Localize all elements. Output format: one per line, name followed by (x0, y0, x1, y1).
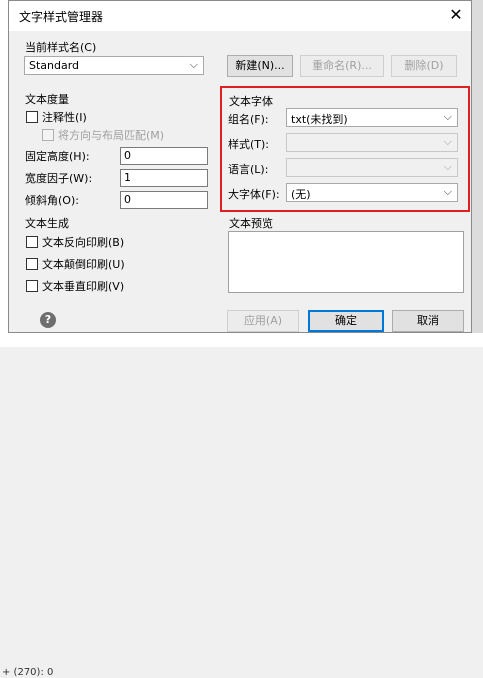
backwards-label: 文本反向印刷(B) (42, 236, 125, 249)
bigfont-label: 大字体(F): (228, 188, 280, 201)
font-name-value: txt(未找到) (291, 113, 348, 126)
current-style-label: 当前样式名(C) (25, 41, 97, 54)
command-line-text: + (270): 0 (2, 667, 54, 678)
oblique-angle-label: 倾斜角(O): (25, 194, 79, 207)
vertical-checkbox[interactable] (26, 280, 38, 292)
backwards-checkbox[interactable] (26, 236, 38, 248)
width-factor-input[interactable]: 1 (120, 169, 208, 187)
new-style-button[interactable]: 新建(N)... (227, 55, 293, 77)
title-bar: 文字样式管理器 ✕ (9, 1, 471, 31)
chevron-down-icon: ⌵ (443, 135, 452, 148)
language-label: 语言(L): (228, 163, 269, 176)
text-generation-title: 文本生成 (25, 217, 69, 230)
width-factor-label: 宽度因子(W): (25, 172, 93, 185)
text-preview-title: 文本预览 (229, 217, 273, 230)
match-orientation-label: 将方向与布局匹配(M) (58, 129, 165, 142)
upside-down-label: 文本颠倒印刷(U) (42, 258, 125, 271)
rename-style-button[interactable]: 重命名(R)... (300, 55, 384, 77)
annotative-label: 注释性(I) (42, 111, 87, 124)
help-icon[interactable]: ? (40, 312, 56, 328)
match-orientation-checkbox[interactable] (42, 129, 54, 141)
oblique-angle-value: 0 (124, 193, 131, 206)
delete-style-button[interactable]: 删除(D) (391, 55, 457, 77)
cancel-button[interactable]: 取消 (392, 310, 464, 332)
fixed-height-value: 0 (124, 149, 131, 162)
text-measure-title: 文本度量 (25, 93, 69, 106)
background-scrollbar-strip (472, 0, 483, 347)
upside-down-checkbox[interactable] (26, 258, 38, 270)
font-style-label: 样式(T): (228, 138, 270, 151)
font-name-select[interactable]: txt(未找到) ⌵ (286, 108, 458, 127)
text-style-manager-dialog: 文字样式管理器 ✕ 当前样式名(C) Standard ⌵ 新建(N)... 重… (8, 0, 472, 333)
font-style-select[interactable]: ⌵ (286, 133, 458, 152)
background-command-line: + (270): 0 (0, 333, 483, 678)
text-font-title: 文本字体 (229, 95, 273, 108)
current-style-value: Standard (29, 59, 80, 72)
language-select[interactable]: ⌵ (286, 158, 458, 177)
bigfont-select[interactable]: (无) ⌵ (286, 183, 458, 202)
close-icon[interactable]: ✕ (445, 4, 467, 26)
font-name-label: 组名(F): (228, 113, 269, 126)
current-style-select[interactable]: Standard ⌵ (24, 56, 204, 75)
chevron-down-icon: ⌵ (443, 185, 452, 198)
chevron-down-icon: ⌵ (443, 160, 452, 173)
annotative-checkbox[interactable] (26, 111, 38, 123)
fixed-height-label: 固定高度(H): (25, 150, 90, 163)
ok-button[interactable]: 确定 (308, 310, 384, 332)
dialog-title: 文字样式管理器 (19, 10, 104, 24)
width-factor-value: 1 (124, 171, 131, 184)
vertical-label: 文本垂直印刷(V) (42, 280, 125, 293)
apply-button[interactable]: 应用(A) (227, 310, 299, 332)
text-preview-area (228, 231, 464, 293)
oblique-angle-input[interactable]: 0 (120, 191, 208, 209)
bigfont-value: (无) (291, 188, 311, 201)
fixed-height-input[interactable]: 0 (120, 147, 208, 165)
chevron-down-icon: ⌵ (443, 110, 452, 123)
chevron-down-icon: ⌵ (189, 58, 198, 71)
